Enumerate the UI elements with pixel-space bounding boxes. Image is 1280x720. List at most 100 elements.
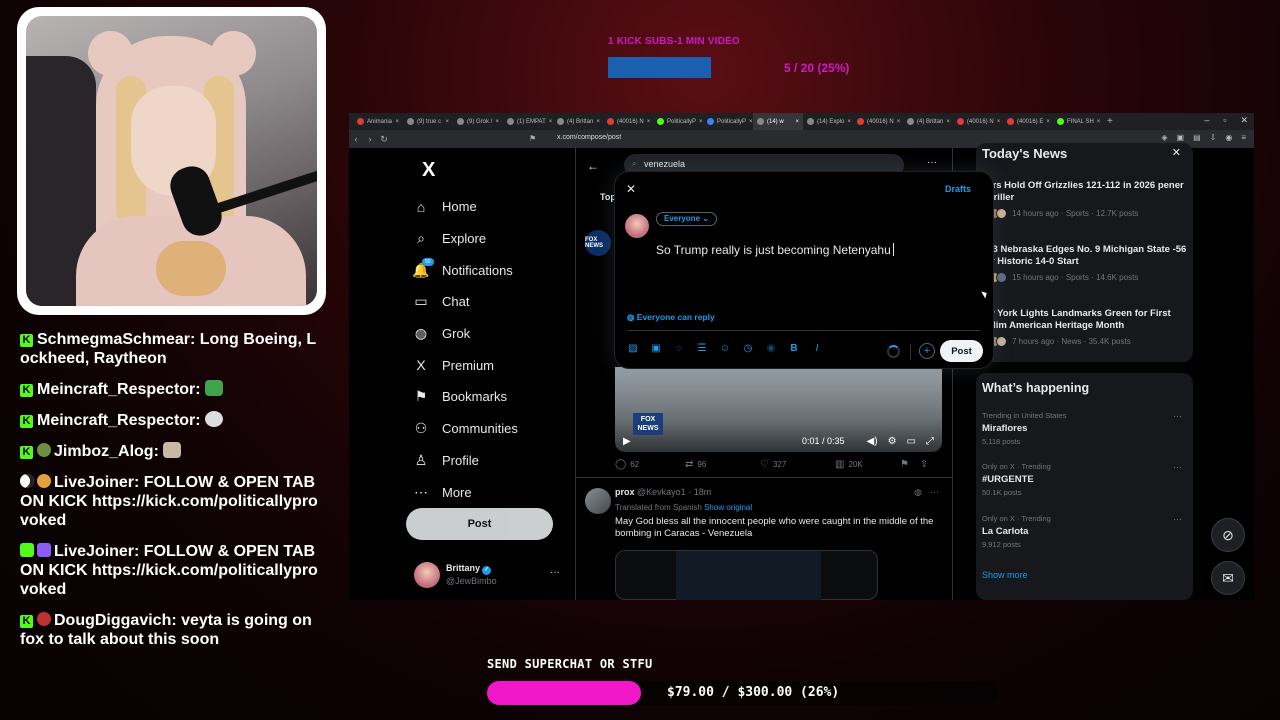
profile-icon[interactable]: ◉	[1225, 133, 1232, 142]
tab-top[interactable]: Top	[600, 192, 616, 202]
browser-tab[interactable]: (1) EMPAT ×	[503, 113, 553, 130]
maximize-icon[interactable]: ▫	[1223, 115, 1226, 126]
browser-tab[interactable]: (40016) N ×	[953, 113, 1003, 130]
tab-close-icon[interactable]: ×	[1097, 119, 1101, 125]
gif-icon[interactable]: ▣	[649, 343, 663, 354]
trend-item[interactable]: Trending in United States Miraflores 5,1…	[982, 411, 1182, 446]
repost-button[interactable]: ⇄ 96	[685, 459, 760, 470]
grok-fab-icon[interactable]: ⊘	[1211, 518, 1245, 552]
news-item[interactable]: kers Hold Off Grizzlies 121-112 in 2026 …	[982, 180, 1187, 219]
news-item[interactable]: . 13 Nebraska Edges No. 9 Michigan State…	[982, 244, 1187, 283]
sidebar-item-chat[interactable]: ▭ Chat	[412, 286, 572, 318]
bookmark-icon[interactable]: ⚑	[529, 134, 536, 143]
post-media[interactable]	[615, 550, 878, 600]
sidebar-item-explore[interactable]: ⌕ Explore	[412, 223, 572, 255]
more-icon[interactable]: ···	[930, 487, 939, 498]
pip-icon[interactable]: ▭	[907, 436, 916, 447]
shield-icon[interactable]: ◈	[1161, 133, 1167, 142]
browser-tab[interactable]: PoliticallyP ×	[653, 113, 703, 130]
browser-tab[interactable]: (9) true c ×	[403, 113, 453, 130]
audience-selector[interactable]: Everyone ⌄	[656, 212, 717, 226]
sidebar-item-grok[interactable]: ◍ Grok	[412, 318, 572, 350]
trend-item[interactable]: Only on X · Trending La Carlota 9,912 po…	[982, 514, 1182, 549]
grok-icon[interactable]: ◌	[672, 343, 686, 354]
sidebar-item-more[interactable]: ⋯ More	[412, 476, 572, 508]
reload-icon[interactable]: ↻	[377, 134, 391, 145]
grok-icon[interactable]: ◍	[914, 487, 922, 498]
tab-close-icon[interactable]: ×	[445, 119, 449, 125]
fullscreen-icon[interactable]: ⤢	[926, 436, 934, 447]
tab-close-icon[interactable]: ×	[495, 119, 499, 125]
extension-icon[interactable]: ▣	[1177, 133, 1185, 142]
share-button[interactable]: ⇪	[920, 459, 928, 470]
account-switcher[interactable]: Brittany ✓ @JewBimbo ···	[414, 562, 564, 590]
trend-item[interactable]: Only on X · Trending #URGENTE 50.1K post…	[982, 462, 1182, 497]
more-icon[interactable]: ···	[1173, 462, 1182, 472]
url-field[interactable]: x.com/compose/post	[557, 134, 621, 141]
menu-icon[interactable]: ≡	[1241, 133, 1246, 142]
browser-tab[interactable]: (4) Brittan ×	[903, 113, 953, 130]
reply-button[interactable]: ◯ 62	[615, 459, 685, 470]
browser-tab[interactable]: (40016) N ×	[603, 113, 653, 130]
bookmark-button[interactable]: ⚑	[900, 459, 920, 470]
tab-close-icon[interactable]: ×	[395, 119, 399, 125]
sidebar-item-profile[interactable]: ♙ Profile	[412, 445, 572, 477]
fox-news-avatar[interactable]: FOX NEWS	[585, 230, 611, 256]
media-icon[interactable]: ▨	[626, 343, 640, 354]
x-logo-icon[interactable]: X	[422, 159, 435, 182]
video-player[interactable]: FOX NEWS ▶ 0:01 / 0:35 ◀) ⚙ ▭ ⤢	[615, 367, 942, 452]
tab-close-icon[interactable]: ×	[699, 119, 703, 125]
post-author[interactable]: prox	[615, 487, 635, 497]
browser-tab[interactable]: FINAL SH ×	[1053, 113, 1103, 130]
download-icon[interactable]: ⇩	[1210, 133, 1217, 142]
browser-tab[interactable]: (14) Explo ×	[803, 113, 853, 130]
sidebar-item-communities[interactable]: ⚇ Communities	[412, 413, 572, 445]
browser-tab[interactable]: (40016) N ×	[853, 113, 903, 130]
tab-close-icon[interactable]: ×	[946, 119, 950, 125]
more-icon[interactable]: ···	[1173, 514, 1182, 524]
schedule-icon[interactable]: ◷	[741, 343, 755, 354]
tab-close-icon[interactable]: ×	[549, 119, 553, 125]
location-icon[interactable]: ◉	[764, 343, 778, 354]
views-button[interactable]: ▥ 20K	[835, 459, 900, 470]
sidebar-item-home[interactable]: ⌂ Home	[412, 191, 572, 223]
more-icon[interactable]: ···	[550, 567, 560, 578]
tab-close-icon[interactable]: ×	[795, 119, 799, 125]
tab-close-icon[interactable]: ×	[897, 119, 901, 125]
compose-textarea[interactable]: So Trump really is just becoming Netenya…	[656, 243, 894, 257]
back-icon[interactable]: ‹	[349, 134, 363, 144]
more-icon[interactable]: ···	[1173, 411, 1182, 421]
show-original-link[interactable]: Show original	[704, 503, 752, 512]
search-options-icon[interactable]: ···	[927, 157, 937, 168]
volume-icon[interactable]: ◀)	[867, 436, 878, 447]
play-icon[interactable]: ▶	[623, 436, 631, 447]
drafts-button[interactable]: Drafts	[945, 184, 971, 194]
back-arrow-icon[interactable]: ←	[587, 159, 599, 173]
italic-icon[interactable]: I	[810, 343, 824, 354]
tab-close-icon[interactable]: ×	[749, 119, 753, 125]
close-window-icon[interactable]: ✕	[1240, 115, 1248, 126]
poll-icon[interactable]: ☰	[695, 343, 709, 354]
add-post-icon[interactable]: +	[919, 343, 935, 359]
browser-tab[interactable]: (14) w ×	[753, 113, 803, 130]
sidebar-icon[interactable]: ▤	[1193, 133, 1201, 142]
sidebar-item-notifications[interactable]: 🔔 50 Notifications	[412, 254, 572, 286]
tab-close-icon[interactable]: ×	[997, 119, 1001, 125]
emoji-icon[interactable]: ☺	[718, 343, 732, 354]
browser-tab[interactable]: Animania ×	[353, 113, 403, 130]
sidebar-post-button[interactable]: Post	[406, 508, 553, 540]
reply-setting-button[interactable]: ◍ Everyone can reply	[627, 312, 715, 323]
close-icon[interactable]: ✕	[626, 182, 636, 196]
sidebar-item-premium[interactable]: X Premium	[412, 349, 572, 381]
new-tab-icon[interactable]: +	[1107, 116, 1113, 127]
close-icon[interactable]: ✕	[1172, 146, 1181, 159]
tab-close-icon[interactable]: ×	[647, 119, 651, 125]
forward-icon[interactable]: ›	[363, 134, 377, 144]
tab-close-icon[interactable]: ×	[847, 119, 851, 125]
messages-fab-icon[interactable]: ✉	[1211, 561, 1245, 595]
minimize-icon[interactable]: –	[1204, 115, 1209, 126]
browser-tab[interactable]: (9) Grok / ×	[453, 113, 503, 130]
browser-tab[interactable]: PoliticallyP ×	[703, 113, 753, 130]
post-button[interactable]: Post	[940, 340, 983, 362]
like-button[interactable]: ♡ 327	[760, 459, 835, 470]
